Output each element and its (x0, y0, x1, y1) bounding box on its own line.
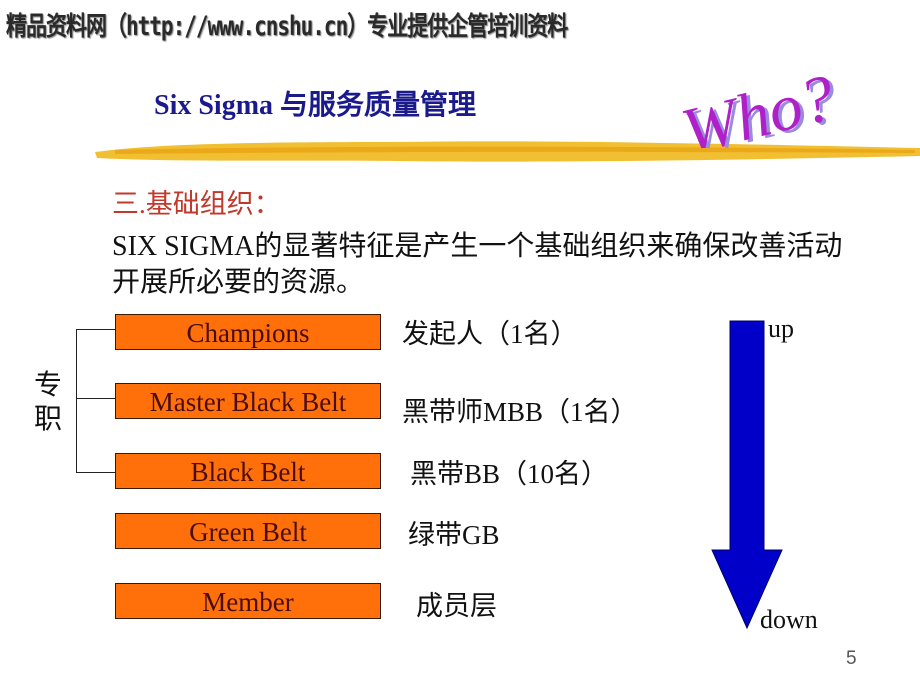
bracket-vertical-line (76, 329, 77, 473)
arrow-top-label: up (768, 314, 794, 343)
bracket-tie-champions (76, 329, 115, 330)
role-description-black-belt: 黑带BB（10名） (410, 459, 609, 489)
intro-paragraph: SIX SIGMA的显著特征是产生一个基础组织来确保改善活动开展所必要的资源。 (112, 231, 843, 298)
role-box-champions: Champions (115, 314, 381, 350)
page-number: 5 (846, 648, 857, 669)
bracket-tie-master-black-belt (76, 398, 115, 399)
role-description-green-belt: 绿带GB (408, 520, 500, 550)
hierarchy-down-arrow-icon (711, 320, 783, 630)
arrow-bottom-label: down (760, 605, 818, 634)
who-text: Who? (675, 61, 842, 148)
section-heading: 三.基础组织： (112, 189, 281, 219)
role-description-champions: 发起人（1名） (402, 319, 578, 349)
role-box-green-belt: Green Belt (115, 513, 381, 549)
bracket-tie-black-belt (76, 472, 115, 473)
role-box-black-belt: Black Belt (115, 453, 381, 489)
full-time-bracket-label: 专职 (34, 370, 63, 435)
role-box-member: Member (115, 583, 381, 619)
role-description-master-black-belt: 黑带师MBB（1名） (402, 397, 638, 427)
slide-title: Six Sigma 与服务质量管理 (154, 90, 477, 121)
who-question-graphic: Who? Who? (675, 61, 846, 148)
role-description-member: 成员层 (416, 591, 497, 621)
watermark-banner: 精品资料网（http://www.cnshu.cn）专业提供企管培训资料 (6, 11, 568, 41)
role-box-master-black-belt: Master Black Belt (115, 383, 381, 419)
